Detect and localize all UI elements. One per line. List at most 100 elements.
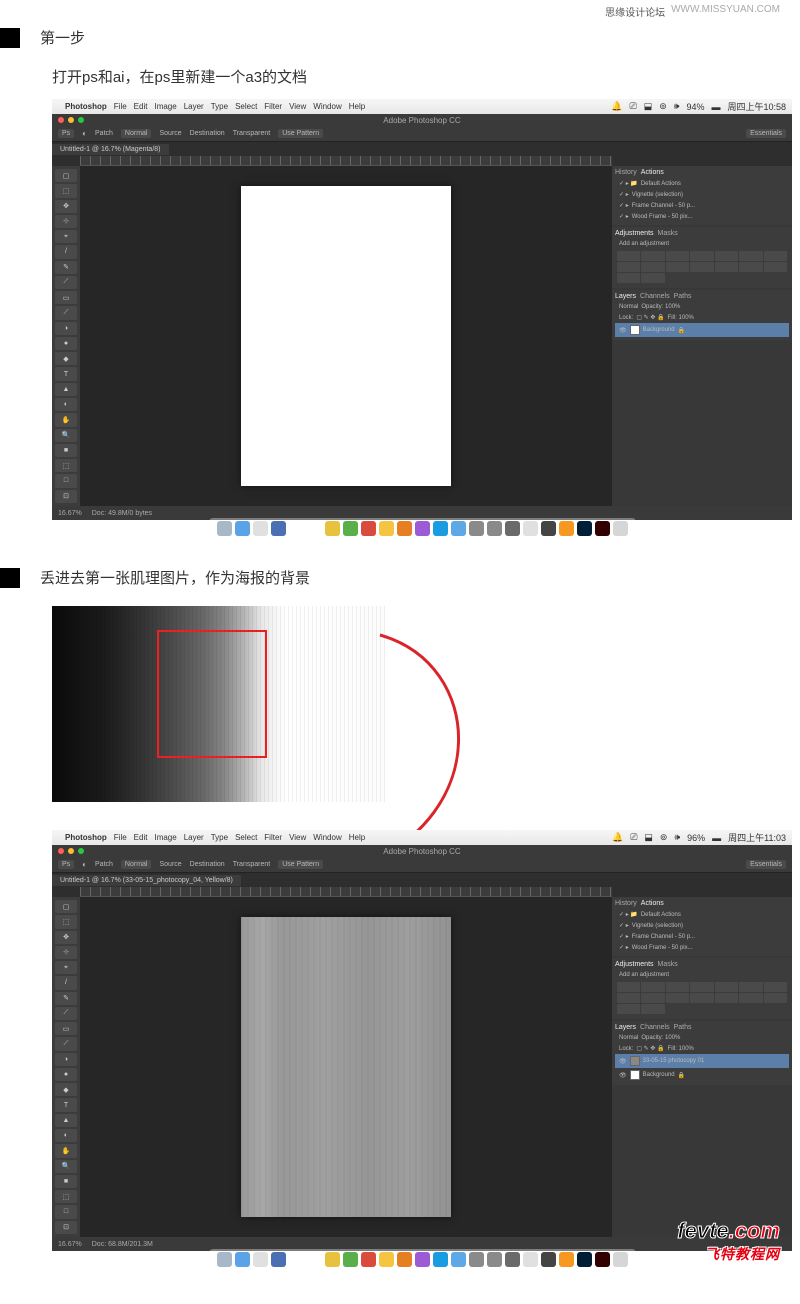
opt-src[interactable]: Source	[159, 861, 181, 868]
dock-app-icon[interactable]	[325, 521, 340, 536]
tool-button[interactable]: ⟋	[55, 1007, 77, 1020]
dock-app-icon[interactable]	[379, 521, 394, 536]
layer-background[interactable]: 👁 Background 🔒	[615, 323, 789, 337]
opt-trans[interactable]: Transparent	[233, 861, 270, 868]
channels-tab[interactable]: Channels	[640, 1024, 670, 1031]
paths-tab[interactable]: Paths	[674, 293, 692, 300]
adjustment-icons[interactable]	[615, 980, 789, 1016]
menu-file[interactable]: File	[114, 102, 127, 111]
wifi-icon[interactable]: ⊚	[659, 101, 667, 112]
action-item[interactable]: ✓ ▸ Wood Frame - 50 pix...	[615, 942, 789, 953]
tool-button[interactable]: ⬚	[55, 1190, 77, 1203]
zoom-level[interactable]: 16.67%	[58, 1241, 82, 1248]
opt-trans[interactable]: Transparent	[233, 130, 270, 137]
tool-button[interactable]: ⬚	[55, 915, 77, 928]
dock-app-icon[interactable]	[397, 1252, 412, 1267]
masks-tab[interactable]: Masks	[658, 961, 678, 968]
options-bar[interactable]: Ps ◐ Patch Normal Source Destination Tra…	[52, 857, 792, 873]
mac-menubar[interactable]: Photoshop File Edit Image Layer Type Sel…	[52, 99, 792, 114]
tool-button[interactable]: ⌖	[55, 230, 77, 243]
action-item[interactable]: ✓ ▸ Frame Channel - 50 p...	[615, 931, 789, 942]
tool-button[interactable]: T	[55, 1098, 77, 1111]
minimize-icon[interactable]	[68, 848, 74, 854]
tool-button[interactable]: 🔍	[55, 1160, 77, 1173]
opacity-label[interactable]: Opacity: 100%	[641, 1035, 680, 1041]
dock-app-icon[interactable]	[595, 521, 610, 536]
right-panels[interactable]: HistoryActions ✓ ▸ 📁 Default Actions ✓ ▸…	[612, 166, 792, 506]
dock-app-icon[interactable]	[271, 1252, 286, 1267]
dock-app-icon[interactable]	[325, 1252, 340, 1267]
tool-button[interactable]: ⬚	[55, 459, 77, 472]
doc-tab-2[interactable]: Untitled-1 @ 16.7% (33-05-15_photocopy_0…	[52, 875, 241, 886]
tool-button[interactable]: T	[55, 367, 77, 380]
actions-panel[interactable]: HistoryActions ✓ ▸ 📁 Default Actions ✓ ▸…	[612, 166, 792, 225]
mac-dock[interactable]	[209, 1249, 636, 1270]
menu-type[interactable]: Type	[211, 833, 228, 842]
tool-button[interactable]: ▭	[55, 1022, 77, 1035]
texture-canvas[interactable]	[241, 917, 451, 1217]
battery-icon[interactable]: ▬	[712, 833, 721, 843]
horizontal-ruler[interactable]	[80, 887, 612, 897]
layer-background[interactable]: 👁 Background 🔒	[615, 1068, 789, 1082]
tool-icon[interactable]: ◐	[82, 129, 87, 138]
action-item[interactable]: ✓ ▸ Frame Channel - 50 p...	[615, 200, 789, 211]
menu-help[interactable]: Help	[349, 833, 365, 842]
tool-button[interactable]: ⌖	[55, 961, 77, 974]
close-icon[interactable]	[58, 848, 64, 854]
mac-dock[interactable]	[209, 518, 636, 539]
tool-button[interactable]: ✎	[55, 261, 77, 274]
actions-tab[interactable]: Actions	[641, 900, 664, 907]
tool-button[interactable]: □	[55, 1205, 77, 1218]
battery-icon[interactable]: ▬	[711, 102, 720, 112]
document-tabs[interactable]: Untitled-1 @ 16.7% (Magenta/8)	[52, 142, 792, 156]
opt-mode[interactable]: Normal	[121, 129, 152, 138]
tool-button[interactable]: ▲	[55, 383, 77, 396]
dock-app-icon[interactable]	[343, 521, 358, 536]
dock-app-icon[interactable]	[343, 1252, 358, 1267]
window-controls[interactable]	[58, 117, 84, 123]
dock-app-icon[interactable]	[577, 521, 592, 536]
tool-button[interactable]: ▲	[55, 1114, 77, 1127]
ps-titlebar[interactable]: Adobe Photoshop CC	[52, 114, 792, 126]
layers-tab[interactable]: Layers	[615, 293, 636, 300]
volume-icon[interactable]: 🕪	[674, 832, 680, 843]
menu-filter[interactable]: Filter	[264, 102, 282, 111]
action-item[interactable]: ✓ ▸ 📁 Default Actions	[615, 909, 789, 920]
maximize-icon[interactable]	[78, 848, 84, 854]
opt-patch[interactable]: Patch	[95, 130, 113, 137]
adjustments-tab[interactable]: Adjustments	[615, 230, 654, 237]
dock-app-icon[interactable]	[523, 1252, 538, 1267]
blend-mode[interactable]: Normal	[619, 1035, 638, 1041]
tool-button[interactable]: ⟋	[55, 1037, 77, 1050]
dock-app-icon[interactable]	[541, 521, 556, 536]
history-tab[interactable]: History	[615, 169, 637, 176]
ps-titlebar[interactable]: Adobe Photoshop CC	[52, 845, 792, 857]
document-tabs[interactable]: Untitled-1 @ 16.7% (33-05-15_photocopy_0…	[52, 873, 792, 887]
tools-panel[interactable]: ▢⬚✥⊹⌖/✎⟋▭⟋◑●◆T▲◐✋🔍■⬚□⊡	[52, 897, 80, 1237]
dock-app-icon[interactable]	[397, 521, 412, 536]
volume-icon[interactable]: 🕪	[674, 101, 680, 112]
tool-button[interactable]: □	[55, 474, 77, 487]
menu-app[interactable]: Photoshop	[65, 102, 107, 111]
tool-button[interactable]: ✥	[55, 200, 77, 213]
dock-app-icon[interactable]	[235, 521, 250, 536]
dock-app-icon[interactable]	[505, 521, 520, 536]
tool-button[interactable]: ◑	[55, 322, 77, 335]
tool-button[interactable]: 🔍	[55, 429, 77, 442]
menu-layer[interactable]: Layer	[184, 102, 204, 111]
horizontal-ruler[interactable]	[80, 156, 612, 166]
masks-tab[interactable]: Masks	[658, 230, 678, 237]
tool-button[interactable]: ✋	[55, 1144, 77, 1157]
adjustments-panel[interactable]: AdjustmentsMasks Add an adjustment	[612, 958, 792, 1019]
options-bar[interactable]: Ps ◐ Patch Normal Source Destination Tra…	[52, 126, 792, 142]
menu-view[interactable]: View	[289, 833, 306, 842]
tool-button[interactable]: ⊡	[55, 1221, 77, 1234]
tool-button[interactable]: ◐	[55, 398, 77, 411]
paths-tab[interactable]: Paths	[674, 1024, 692, 1031]
canvas-area[interactable]	[80, 897, 612, 1237]
zoom-level[interactable]: 16.67%	[58, 510, 82, 517]
a3-canvas[interactable]	[241, 186, 451, 486]
opt-mode[interactable]: Normal	[121, 860, 152, 869]
dock-app-icon[interactable]	[451, 1252, 466, 1267]
dock-app-icon[interactable]	[307, 521, 322, 536]
